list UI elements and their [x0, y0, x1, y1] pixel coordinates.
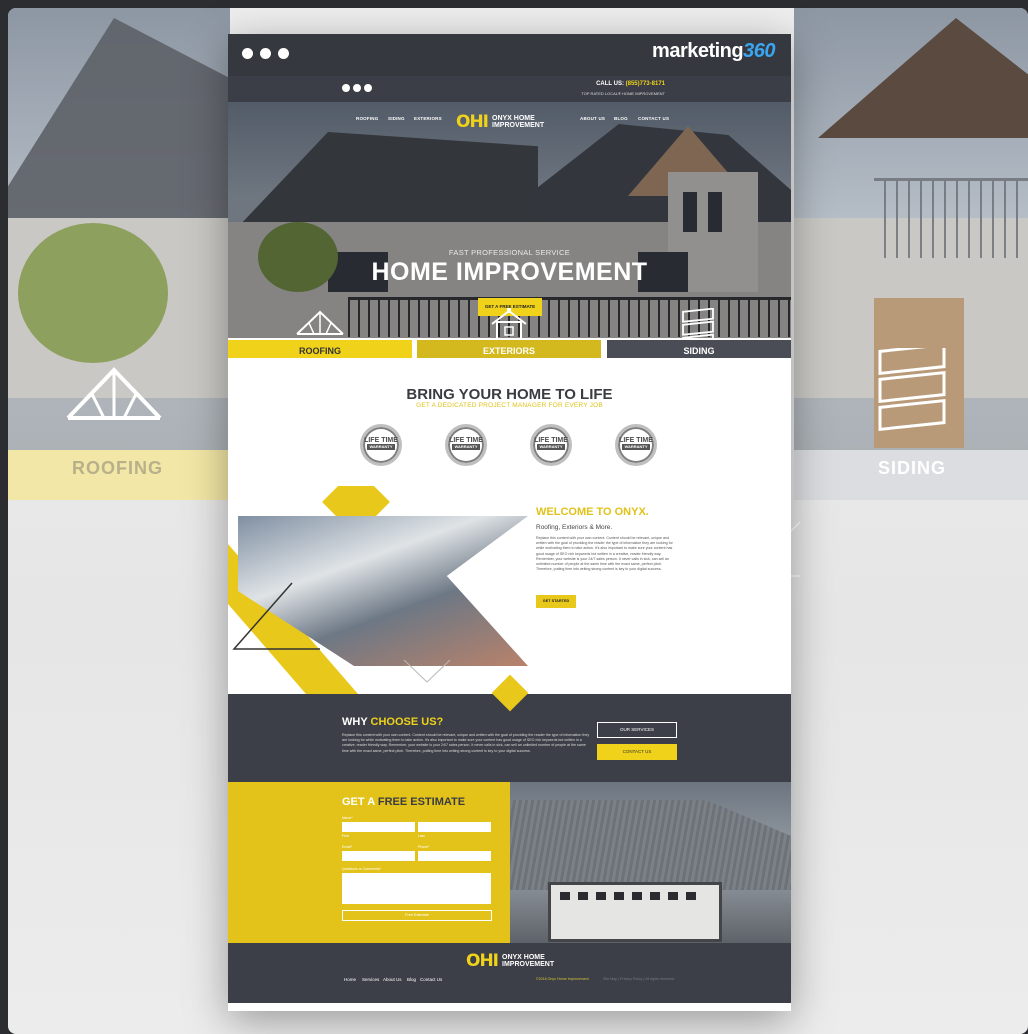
- email-field[interactable]: [342, 851, 415, 861]
- siding-panels-icon: [878, 348, 946, 432]
- hero-section: ROOFING SIDING EXTERIORS OHI ONYX HOME IM…: [228, 102, 791, 338]
- browser-chrome: marketing360: [228, 34, 791, 76]
- estimate-section: GET A FREE ESTIMATE Name* First Last Ema…: [228, 782, 791, 943]
- tagline: TOP RATED LOCAL® HOME IMPROVEMENT: [581, 91, 665, 96]
- phone-label: Phone*: [418, 845, 430, 849]
- window-dot-icon: [242, 48, 253, 59]
- window-dot-icon: [278, 48, 289, 59]
- email-label: Email*: [342, 845, 353, 849]
- footer-logo[interactable]: OHI ONYX HOME IMPROVEMENT: [466, 951, 554, 971]
- background-photo-left: ROOFING: [8, 8, 230, 500]
- welcome-subheading: Roofing, Exteriors & More.: [536, 524, 613, 531]
- social-links: [342, 84, 372, 92]
- services-strip: ROOFING EXTERIORS SIDING: [228, 308, 791, 362]
- garage-photo: [510, 782, 791, 943]
- pinterest-icon[interactable]: [353, 84, 361, 92]
- footer-link-contact[interactable]: Contact Us: [420, 977, 442, 982]
- window-dot-icon: [260, 48, 271, 59]
- warranty-seal-icon: LIFE TIME WARRANTY: [615, 424, 657, 466]
- roof-truss-icon: [66, 367, 162, 420]
- footer-link-about[interactable]: About Us: [383, 977, 402, 982]
- get-started-button[interactable]: GET STARTED: [536, 595, 576, 608]
- hero-title: HOME IMPROVEMENT: [371, 258, 648, 286]
- estimate-form: GET A FREE ESTIMATE Name* First Last Ema…: [228, 782, 510, 943]
- nav-blog[interactable]: BLOG: [614, 116, 628, 121]
- why-title: WHY CHOOSE US?: [342, 716, 444, 728]
- nav-exteriors[interactable]: EXTERIORS: [414, 116, 442, 121]
- estimate-title: GET A FREE ESTIMATE: [342, 796, 466, 808]
- welcome-body: Replace this content with your own conte…: [536, 536, 673, 572]
- welcome-heading: WELCOME TO ONYX.: [536, 506, 649, 518]
- instagram-icon[interactable]: [364, 84, 372, 92]
- first-name-field[interactable]: [342, 822, 415, 832]
- submit-estimate-button[interactable]: Free Estimate: [342, 910, 492, 921]
- onyx-logo[interactable]: OHI ONYX HOME IMPROVEMENT: [456, 112, 544, 132]
- main-nav: ROOFING SIDING EXTERIORS OHI ONYX HOME IM…: [228, 108, 791, 132]
- comments-label: Questions or Comments*: [342, 867, 382, 871]
- footer-link-home[interactable]: Home: [344, 977, 356, 982]
- browser-mockup: marketing360 CALL US: (855)773-8171 TOP …: [228, 34, 791, 1011]
- hero-kicker: FAST PROFESSIONAL SERVICE: [448, 248, 571, 257]
- warranty-seal-icon: LIFE TIME WARRANTY: [530, 424, 572, 466]
- footer-link-blog[interactable]: Blog: [407, 977, 416, 982]
- name-label: Name*: [342, 816, 353, 820]
- nav-roofing[interactable]: ROOFING: [356, 116, 378, 121]
- phone-field[interactable]: [418, 851, 491, 861]
- service-exteriors[interactable]: EXTERIORS: [417, 308, 601, 362]
- nav-about[interactable]: ABOUT US: [580, 116, 605, 121]
- roof-truss-icon: [296, 310, 344, 335]
- decorative-triangle: [232, 582, 320, 650]
- phone-number[interactable]: (855)773-8171: [626, 81, 665, 87]
- first-label: First: [342, 834, 349, 838]
- legal-links[interactable]: Site Map | Privacy Policy | All rights r…: [603, 977, 674, 981]
- background-label-roofing: ROOFING: [72, 458, 163, 478]
- nav-contact[interactable]: CONTACT US: [638, 116, 669, 121]
- facebook-icon[interactable]: [342, 84, 350, 92]
- footer-link-services[interactable]: Services: [362, 977, 379, 982]
- background-label-siding: SIDING: [878, 458, 947, 478]
- section-title: BRING YOUR HOME TO LIFE: [406, 386, 613, 403]
- site-footer: OHI ONYX HOME IMPROVEMENT Home Services A…: [228, 943, 791, 1003]
- service-siding[interactable]: SIDING: [607, 308, 791, 362]
- why-body: Replace this content with your own conte…: [342, 733, 590, 753]
- last-label: Last: [418, 834, 425, 838]
- decorative-triangle: [403, 659, 451, 683]
- service-roofing[interactable]: ROOFING: [228, 308, 412, 362]
- contact-us-button[interactable]: CONTACT US: [597, 744, 677, 760]
- last-name-field[interactable]: [418, 822, 491, 832]
- section-subtitle: GET A DEDICATED PROJECT MANAGER FOR EVER…: [416, 402, 603, 409]
- copyright: ©2018 Onyx Home Improvement: [536, 977, 589, 981]
- call-us[interactable]: CALL US: (855)773-8171: [596, 81, 665, 87]
- warranty-seal-icon: LIFE TIME WARRANTY: [360, 424, 402, 466]
- warranty-seal-icon: LIFE TIME WARRANTY: [445, 424, 487, 466]
- utility-bar: CALL US: (855)773-8171 TOP RATED LOCAL® …: [228, 76, 791, 102]
- nav-siding[interactable]: SIDING: [388, 116, 405, 121]
- marketing360-logo: marketing360: [652, 40, 775, 62]
- welcome-section: WELCOME TO ONYX. Roofing, Exteriors & Mo…: [228, 486, 791, 694]
- why-choose-section: WHY CHOOSE US? Replace this content with…: [228, 674, 791, 782]
- comments-field[interactable]: [342, 873, 491, 904]
- our-services-button[interactable]: OUR SERVICES: [597, 722, 677, 738]
- background-photo-right: SIDING: [794, 8, 1028, 500]
- bring-home-section: BRING YOUR HOME TO LIFE GET A DEDICATED …: [228, 358, 791, 486]
- house-icon: [491, 308, 527, 341]
